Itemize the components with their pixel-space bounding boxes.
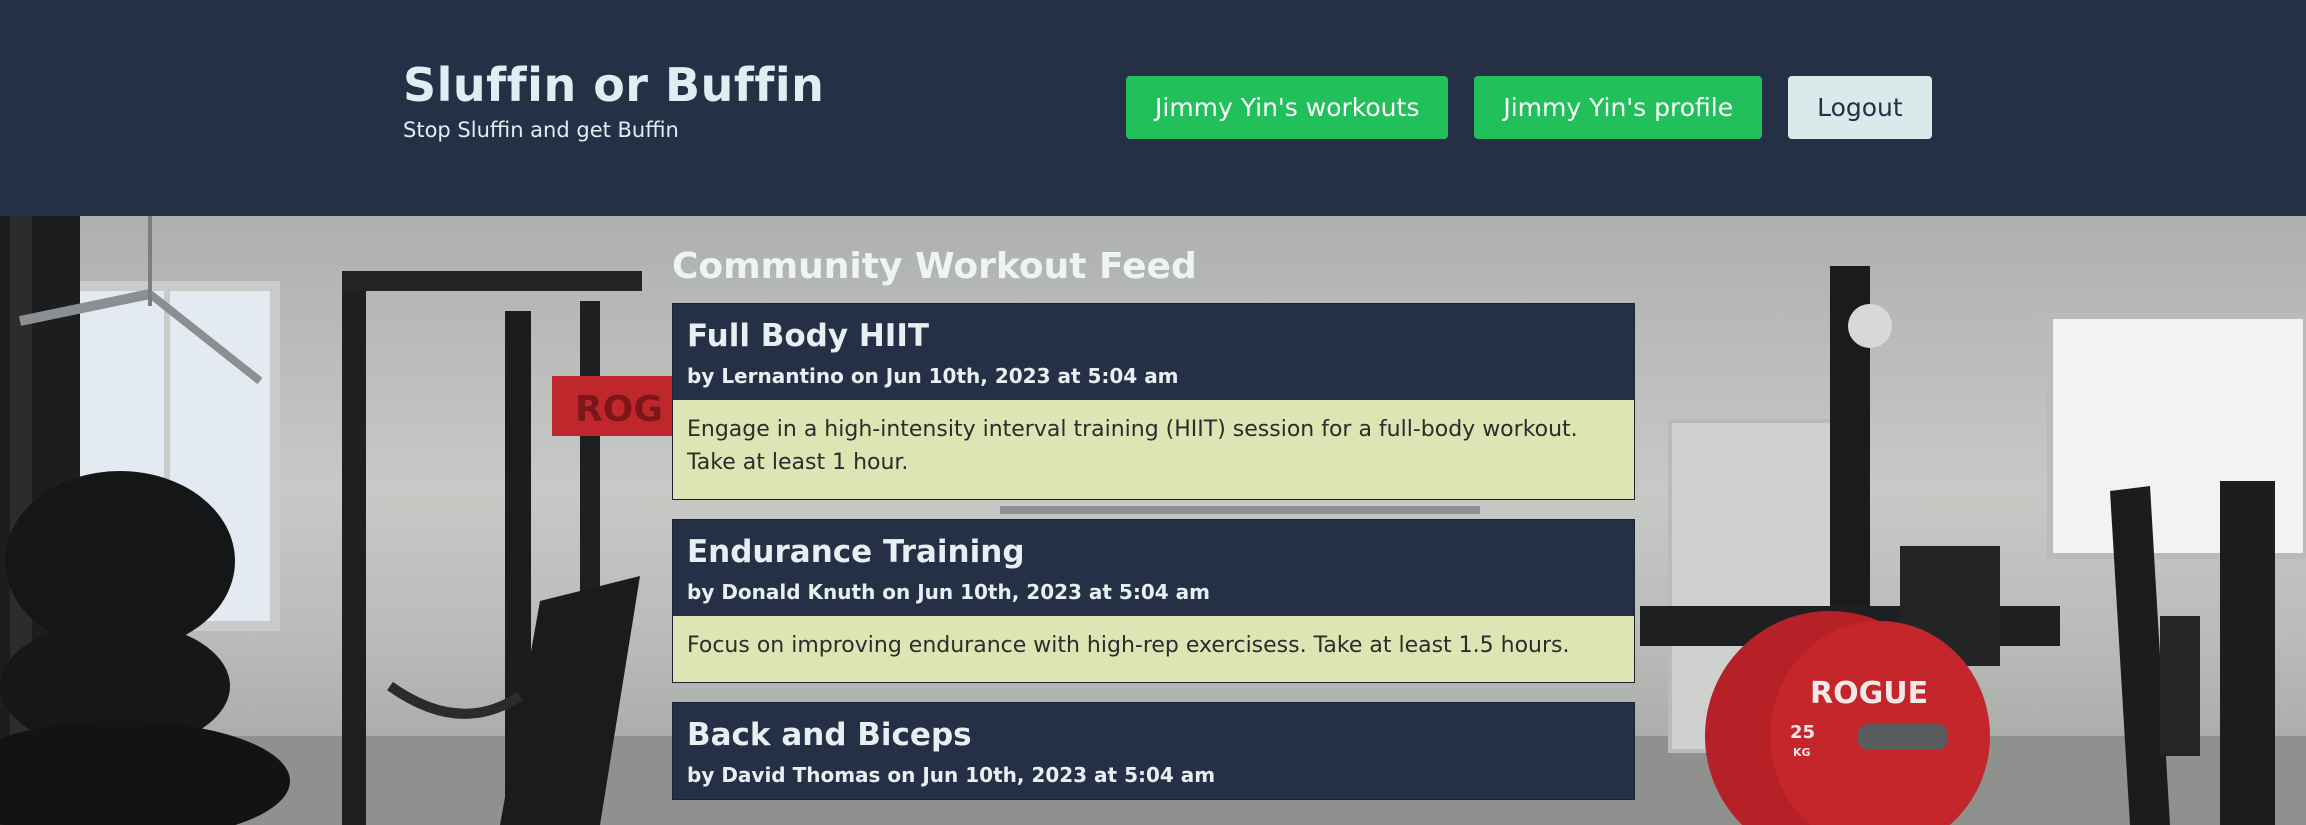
workout-card-header: Full Body HIIT by Lernantino on Jun 10th… <box>673 304 1634 400</box>
workout-meta: by David Thomas on Jun 10th, 2023 at 5:0… <box>687 763 1216 787</box>
workout-title[interactable]: Full Body HIIT <box>687 316 1620 356</box>
plate-brand-text: ROGUE <box>1810 676 1928 711</box>
workout-card[interactable]: Endurance Training by Donald Knuth on Ju… <box>672 519 1635 683</box>
plate-weight-text: 25 <box>1790 722 1815 743</box>
my-profile-button[interactable]: Jimmy Yin's profile <box>1474 76 1763 139</box>
header-nav: Jimmy Yin's workouts Jimmy Yin's profile… <box>1126 76 1932 139</box>
site-title[interactable]: Sluffin or Buffin <box>403 62 824 108</box>
workout-description: Focus on improving endurance with high-r… <box>673 616 1634 682</box>
my-workouts-button[interactable]: Jimmy Yin's workouts <box>1126 76 1449 139</box>
brand: Sluffin or Buffin Stop Sluffin and get B… <box>403 62 824 142</box>
rack-brand-text: ROG <box>575 389 663 430</box>
site-tagline: Stop Sluffin and get Buffin <box>403 118 679 142</box>
workout-title[interactable]: Back and Biceps <box>687 715 1620 755</box>
workout-meta: by Lernantino on Jun 10th, 2023 at 5:04 … <box>687 364 1179 388</box>
logout-button[interactable]: Logout <box>1788 76 1932 139</box>
site-header: Sluffin or Buffin Stop Sluffin and get B… <box>0 0 2306 216</box>
workout-card[interactable]: Back and Biceps by David Thomas on Jun 1… <box>672 702 1635 800</box>
plate-unit-text: KG <box>1793 746 1811 759</box>
workout-description: Engage in a high-intensity interval trai… <box>673 400 1634 499</box>
community-feed: Community Workout Feed Full Body HIIT by… <box>672 240 1635 819</box>
feed-title: Community Workout Feed <box>672 246 1197 287</box>
workout-card-header: Back and Biceps by David Thomas on Jun 1… <box>673 703 1634 799</box>
workout-title[interactable]: Endurance Training <box>687 532 1620 572</box>
workout-card[interactable]: Full Body HIIT by Lernantino on Jun 10th… <box>672 303 1635 500</box>
workout-card-header: Endurance Training by Donald Knuth on Ju… <box>673 520 1634 616</box>
workout-meta: by Donald Knuth on Jun 10th, 2023 at 5:0… <box>687 580 1210 604</box>
